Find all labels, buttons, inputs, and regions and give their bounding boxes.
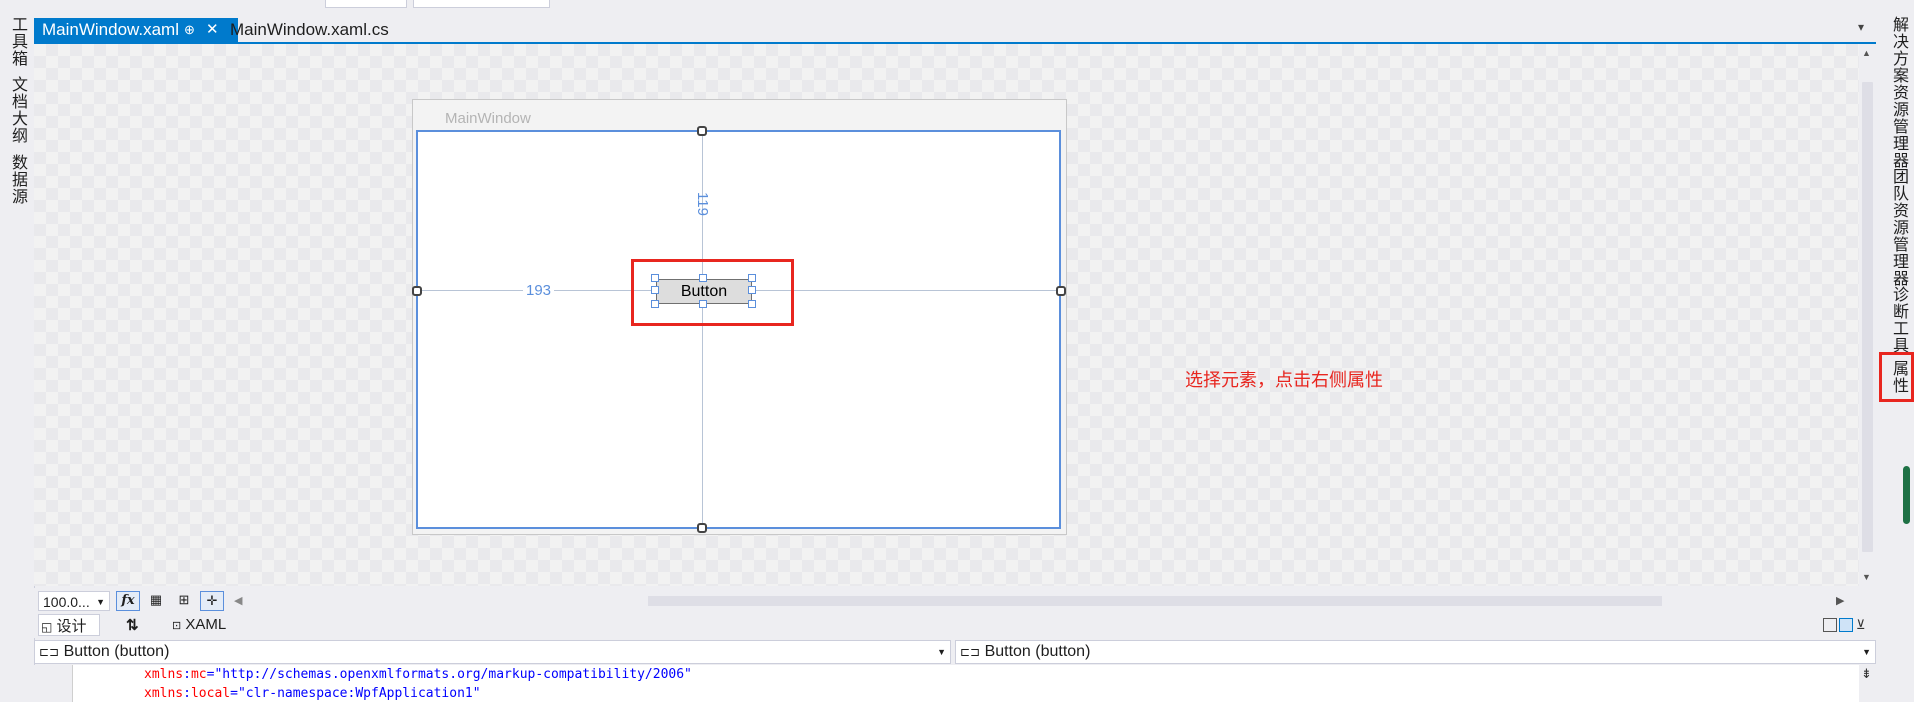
document-tab-bar: MainWindow.xaml ⊕ ✕ MainWindow.xaml.cs ▾	[34, 10, 1876, 44]
team-explorer-tab[interactable]: 团队资源管理器	[1886, 168, 1910, 287]
element-scope-dropdown[interactable]: ⊏⊐ Button (button) ▼	[34, 640, 951, 664]
element-icon: ⊏⊐	[39, 645, 60, 659]
member-scope-value: Button (button)	[984, 643, 1091, 660]
horizontal-scrollbar-thumb[interactable]	[648, 596, 1662, 606]
scroll-indicator	[1903, 466, 1910, 524]
element-scope-value: Button (button)	[63, 643, 170, 660]
zoom-value: 100.0...	[43, 594, 90, 610]
code-line: xmlns:mc="http://schemas.openxmlformats.…	[144, 667, 692, 682]
document-outline-tab[interactable]: 文档大纲	[5, 76, 29, 144]
designer-xaml-splitter: ◱ 设计 ⇅ ⊡ XAML ⊻	[34, 614, 1876, 638]
margin-divider	[72, 665, 73, 702]
instruction-annotation: 选择元素，点击右侧属性	[1185, 370, 1383, 391]
top-toolbar	[0, 0, 1914, 10]
xaml-tab-label: XAML	[185, 616, 227, 633]
toolbar-combo-1[interactable]	[325, 0, 407, 8]
diagnostic-tools-tab[interactable]: 诊断工具	[1886, 286, 1910, 354]
grid-toggle-icon[interactable]: ▦	[144, 591, 168, 611]
xaml-view-icon: ⊡	[172, 620, 182, 632]
top-anchor-handle[interactable]	[697, 126, 707, 136]
chevron-down-icon: ▼	[96, 597, 105, 607]
left-margin-label: 193	[523, 282, 555, 299]
scroll-up-arrow-icon[interactable]: ▲	[1862, 48, 1871, 58]
button-highlight-box	[631, 259, 794, 326]
designer-vertical-scrollbar[interactable]: ▲ ▼	[1859, 44, 1876, 586]
toolbox-tab[interactable]: 工具箱	[5, 16, 29, 67]
left-tool-strip: 工具箱 文档大纲 数据源	[0, 10, 35, 702]
toolbar-combo-2[interactable]	[413, 0, 550, 8]
xaml-tab[interactable]: ⊡ XAML	[172, 616, 226, 633]
close-icon[interactable]: ✕	[206, 18, 219, 42]
collapse-pane-icon[interactable]: ⊻	[1856, 617, 1866, 633]
fx-effects-button[interactable]: fx	[116, 591, 140, 611]
tab-label: MainWindow.xaml.cs	[230, 20, 389, 39]
editor-vertical-scrollbar[interactable]: ⇟	[1859, 665, 1876, 702]
editor-margin	[34, 665, 72, 702]
snap-lines-icon[interactable]: ✛	[200, 591, 224, 611]
right-anchor-handle[interactable]	[1056, 286, 1066, 296]
window-title: MainWindow	[445, 110, 531, 127]
chevron-down-icon: ▼	[1862, 647, 1871, 657]
scroll-left-arrow-icon[interactable]: ◀	[234, 594, 242, 607]
tab-label: MainWindow.xaml	[42, 20, 179, 39]
swap-panes-icon[interactable]: ⇅	[126, 616, 139, 634]
tab-mainwindow-xaml-cs[interactable]: MainWindow.xaml.cs	[222, 18, 397, 42]
design-tab[interactable]: ◱ 设计	[38, 614, 100, 636]
vertical-split-icon[interactable]	[1823, 618, 1837, 632]
xaml-editor[interactable]: xmlns:mc="http://schemas.openxmlformats.…	[34, 665, 1876, 702]
zoom-dropdown[interactable]: 100.0... ▼	[38, 591, 110, 611]
pin-icon[interactable]: ⊕	[184, 18, 195, 42]
tab-overflow-icon[interactable]: ▾	[1858, 20, 1864, 34]
tab-mainwindow-xaml[interactable]: MainWindow.xaml ⊕ ✕	[34, 18, 238, 42]
design-tab-label: 设计	[56, 618, 87, 635]
left-anchor-handle[interactable]	[412, 286, 422, 296]
horizontal-split-icon[interactable]	[1839, 618, 1853, 632]
scroll-down-arrow-icon[interactable]: ▼	[1862, 572, 1871, 582]
vertical-guide	[702, 131, 703, 529]
window-client-area[interactable]	[416, 130, 1061, 529]
scroll-right-arrow-icon[interactable]: ▶	[1836, 594, 1844, 607]
solution-explorer-tab[interactable]: 解决方案资源管理器	[1886, 16, 1910, 169]
design-view-icon: ◱	[41, 620, 53, 634]
code-line: xmlns:local="clr-namespace:WpfApplicatio…	[144, 686, 481, 701]
top-margin-label: 119	[694, 192, 711, 216]
bottom-anchor-handle[interactable]	[697, 523, 707, 533]
element-icon: ⊏⊐	[960, 645, 981, 659]
designer-zoom-bar: 100.0... ▼ fx ▦ ⊞ ✛ ◀ ▶	[34, 588, 1876, 614]
snap-grid-icon[interactable]: ⊞	[172, 591, 196, 611]
chevron-down-icon: ▼	[937, 647, 946, 657]
data-sources-tab[interactable]: 数据源	[5, 154, 29, 205]
properties-highlight-box	[1879, 352, 1914, 402]
split-editor-icon[interactable]: ⇟	[1861, 666, 1872, 682]
member-scope-dropdown[interactable]: ⊏⊐ Button (button) ▼	[955, 640, 1876, 664]
right-tool-strip: 解决方案资源管理器 团队资源管理器 诊断工具 属性	[1876, 10, 1914, 702]
scrollbar-thumb[interactable]	[1862, 82, 1873, 552]
